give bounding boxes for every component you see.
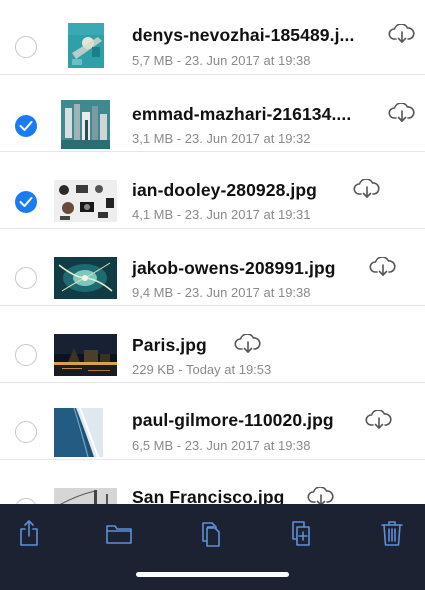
folder-icon (106, 525, 132, 544)
trash-icon (381, 521, 403, 546)
checkmark-icon (19, 121, 33, 131)
file-row[interactable]: denys-nevozhai-185489.j... 5,7 MB - 23. … (0, 0, 425, 75)
file-row[interactable]: Paris.jpg 229 KB - Today at 19:53 (0, 306, 425, 383)
share-button[interactable] (15, 518, 43, 548)
file-meta: 5,7 MB - 23. Jun 2017 at 19:38 (132, 53, 311, 68)
radio-unchecked-icon[interactable] (15, 421, 37, 443)
file-row[interactable]: jakob-owens-208991.jpg 9,4 MB - 23. Jun … (0, 229, 425, 306)
thumbnail-image (68, 23, 104, 68)
add-copy-button[interactable] (287, 518, 315, 548)
file-row[interactable]: ian-dooley-280928.jpg 4,1 MB - 23. Jun 2… (0, 152, 425, 229)
file-name: emmad-mazhari-216134.... (132, 104, 352, 124)
file-name: denys-nevozhai-185489.j... (132, 25, 355, 45)
duplicate-button[interactable] (196, 518, 224, 548)
file-name: Paris.jpg (132, 335, 207, 355)
file-meta: 6,5 MB - 23. Jun 2017 at 19:38 (132, 438, 311, 453)
radio-unchecked-icon[interactable] (15, 267, 37, 289)
bottom-toolbar (0, 504, 425, 590)
thumbnail-image (54, 257, 117, 299)
duplicate-icon (202, 522, 220, 547)
checkmark-icon (19, 197, 33, 207)
file-meta: 229 KB - Today at 19:53 (132, 362, 272, 377)
delete-button[interactable] (378, 518, 406, 548)
add-copy-icon (292, 521, 310, 546)
file-meta: 9,4 MB - 23. Jun 2017 at 19:38 (132, 285, 311, 300)
thumbnail-image (61, 100, 110, 149)
cloud-download-icon[interactable] (388, 102, 416, 128)
thumbnail-image (54, 334, 117, 376)
file-meta: 4,1 MB - 23. Jun 2017 at 19:31 (132, 207, 311, 222)
cloud-download-icon[interactable] (353, 178, 381, 204)
file-name: jakob-owens-208991.jpg (132, 258, 336, 278)
file-list: denys-nevozhai-185489.j... 5,7 MB - 23. … (0, 0, 425, 504)
file-row[interactable]: San Francisco.jpg (0, 460, 425, 504)
thumbnail-image (54, 180, 117, 222)
file-row[interactable]: paul-gilmore-110020.jpg 6,5 MB - 23. Jun… (0, 383, 425, 460)
file-browser-screen: denys-nevozhai-185489.j... 5,7 MB - 23. … (0, 0, 425, 590)
thumbnail-image (54, 408, 103, 457)
cloud-download-icon[interactable] (365, 409, 393, 435)
cloud-download-icon[interactable] (388, 23, 416, 49)
home-indicator[interactable] (136, 572, 289, 577)
radio-unchecked-icon[interactable] (15, 36, 37, 58)
move-to-folder-button[interactable] (104, 518, 134, 548)
file-name: paul-gilmore-110020.jpg (132, 410, 334, 430)
cloud-download-icon[interactable] (369, 256, 397, 282)
radio-checked[interactable] (15, 115, 37, 137)
cloud-download-icon[interactable] (307, 486, 335, 504)
cloud-download-icon[interactable] (234, 333, 262, 359)
radio-unchecked-icon[interactable] (15, 344, 37, 366)
thumbnail-image (54, 488, 117, 504)
radio-checked[interactable] (15, 191, 37, 213)
file-row[interactable]: emmad-mazhari-216134.... 3,1 MB - 23. Ju… (0, 75, 425, 152)
share-icon (20, 520, 38, 546)
file-meta: 3,1 MB - 23. Jun 2017 at 19:32 (132, 131, 311, 146)
file-name: ian-dooley-280928.jpg (132, 180, 317, 200)
file-name: San Francisco.jpg (132, 487, 285, 504)
